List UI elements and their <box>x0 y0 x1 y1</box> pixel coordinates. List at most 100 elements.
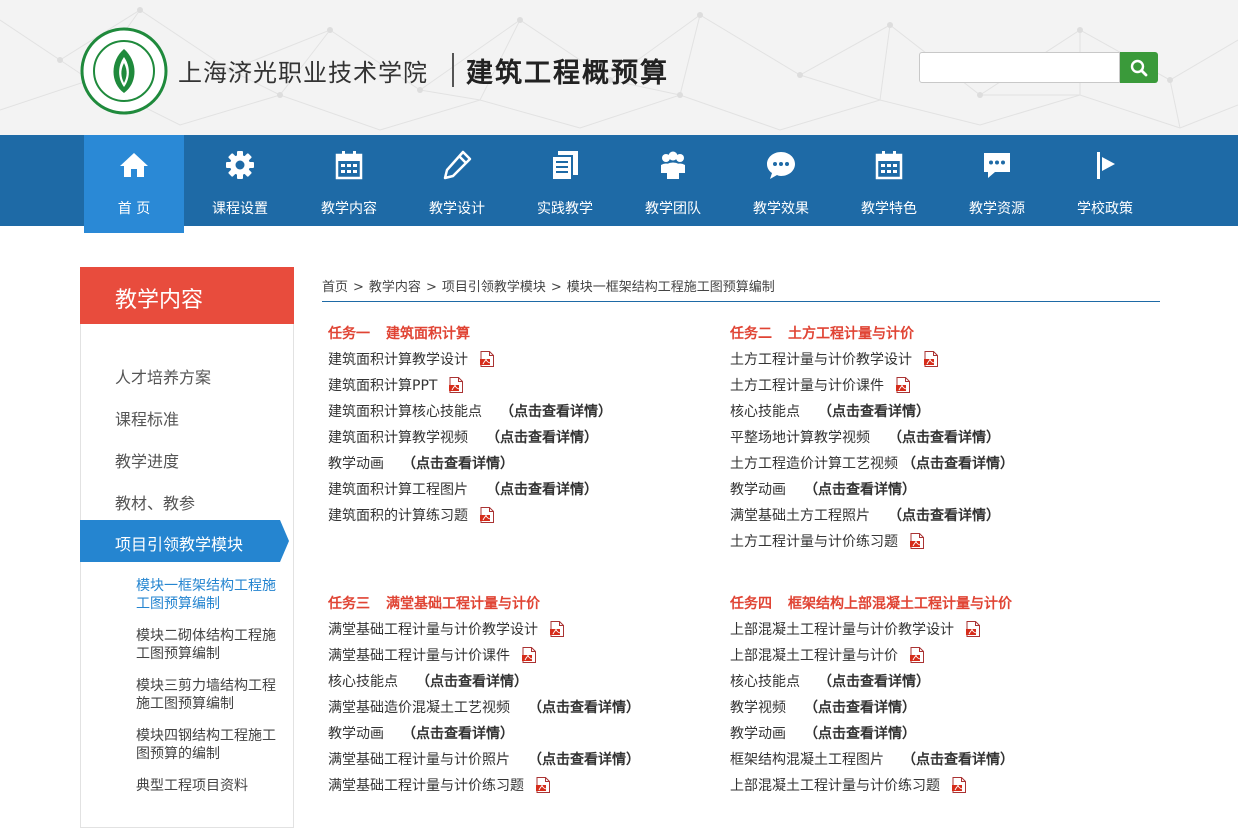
nav-teaching-features[interactable]: 教学特色 <box>839 135 939 226</box>
pdf-icon[interactable] <box>522 647 536 663</box>
pdf-icon[interactable] <box>924 351 938 367</box>
nav-home[interactable]: 首 页 <box>84 135 184 233</box>
pdf-icon[interactable] <box>449 377 464 393</box>
view-details-link[interactable]: （点击查看详情） <box>804 697 916 717</box>
pdf-icon[interactable] <box>480 351 494 367</box>
resource-link[interactable]: 核心技能点 （点击查看详情） <box>730 671 930 691</box>
flag-icon <box>1097 152 1115 179</box>
sidebar-item-talent-plan[interactable]: 人才培养方案 <box>115 364 211 388</box>
view-details-link[interactable]: （点击查看详情） <box>500 401 612 421</box>
title-divider <box>452 53 454 87</box>
resource-label: 土方工程计量与计价教学设计 <box>730 352 912 368</box>
search-button[interactable] <box>1120 52 1158 83</box>
resource-link[interactable]: 建筑面积的计算练习题 <box>328 505 494 525</box>
resource-link[interactable]: 框架结构混凝土工程图片 （点击查看详情） <box>730 749 1014 769</box>
view-details-link[interactable]: （点击查看详情） <box>902 749 1014 769</box>
resource-link[interactable]: 满堂基础土方工程照片 （点击查看详情） <box>730 505 1000 525</box>
view-details-link[interactable]: （点击查看详情） <box>804 723 916 743</box>
pdf-icon[interactable] <box>536 777 550 793</box>
sidebar-subitem-module-1[interactable]: 模块一框架结构工程施工图预算编制 <box>136 577 284 613</box>
resource-link[interactable]: 土方工程计量与计价课件 <box>730 375 910 395</box>
nav-teaching-resources[interactable]: 教学资源 <box>947 135 1047 226</box>
resource-link[interactable]: 建筑面积计算工程图片 （点击查看详情） <box>328 479 598 499</box>
resource-link[interactable]: 满堂基础工程计量与计价照片 （点击查看详情） <box>328 749 640 769</box>
resource-link[interactable]: 建筑面积计算PPT <box>328 375 464 395</box>
view-details-link[interactable]: （点击查看详情） <box>402 453 514 473</box>
breadcrumb-teaching-content[interactable]: 教学内容 <box>369 280 421 295</box>
sidebar-active-arrow <box>280 520 289 562</box>
breadcrumb-divider <box>322 301 1160 302</box>
view-details-link[interactable]: （点击查看详情） <box>486 479 598 499</box>
resource-label: 框架结构混凝土工程图片 <box>730 752 884 768</box>
pdf-icon[interactable] <box>550 621 564 637</box>
view-details-link[interactable]: （点击查看详情） <box>528 697 640 717</box>
view-details-link[interactable]: （点击查看详情） <box>902 453 1014 473</box>
search-input[interactable] <box>919 52 1120 83</box>
calendar-icon <box>875 151 903 180</box>
resource-link[interactable]: 教学动画 （点击查看详情） <box>328 723 514 743</box>
nav-course-settings[interactable]: 课程设置 <box>190 135 290 226</box>
view-details-link[interactable]: （点击查看详情） <box>804 479 916 499</box>
resource-link[interactable]: 建筑面积计算教学视频 （点击查看详情） <box>328 427 598 447</box>
view-details-link[interactable]: （点击查看详情） <box>402 723 514 743</box>
view-details-link[interactable]: （点击查看详情） <box>486 427 598 447</box>
breadcrumb-project-modules[interactable]: 项目引领教学模块 <box>442 280 546 295</box>
resource-link[interactable]: 上部混凝土工程计量与计价 <box>730 645 924 665</box>
school-name: 上海济光职业技术学院 <box>178 59 428 87</box>
sidebar-subitem-module-3[interactable]: 模块三剪力墙结构工程施工图预算编制 <box>136 677 284 713</box>
pdf-icon[interactable] <box>952 777 966 793</box>
resource-label: 建筑面积计算核心技能点 <box>328 404 482 420</box>
breadcrumb-home[interactable]: 首页 <box>322 280 348 295</box>
resource-link[interactable]: 核心技能点 （点击查看详情） <box>328 671 528 691</box>
resource-link[interactable]: 上部混凝土工程计量与计价练习题 <box>730 775 966 795</box>
task-number: 任务一 <box>328 326 370 342</box>
sidebar-item-teaching-progress[interactable]: 教学进度 <box>115 448 179 472</box>
pdf-icon[interactable] <box>896 377 910 393</box>
pdf-icon[interactable] <box>910 647 924 663</box>
nav-teaching-team[interactable]: 教学团队 <box>623 135 723 226</box>
resource-link[interactable]: 平整场地计算教学视频 （点击查看详情） <box>730 427 1000 447</box>
resource-link[interactable]: 土方工程计量与计价练习题 <box>730 531 924 551</box>
breadcrumb-current[interactable]: 模块一框架结构工程施工图预算编制 <box>567 280 775 295</box>
resource-link[interactable]: 教学动画 （点击查看详情） <box>730 723 916 743</box>
nav-teaching-effect[interactable]: 教学效果 <box>731 135 831 226</box>
resource-link[interactable]: 教学动画 （点击查看详情） <box>730 479 916 499</box>
sidebar-subitem-project-materials[interactable]: 典型工程项目资料 <box>136 777 284 795</box>
resource-link[interactable]: 教学动画 （点击查看详情） <box>328 453 514 473</box>
resource-link[interactable]: 核心技能点 （点击查看详情） <box>730 401 930 421</box>
view-details-link[interactable]: （点击查看详情） <box>416 671 528 691</box>
nav-practice-teaching[interactable]: 实践教学 <box>515 135 615 226</box>
resource-link[interactable]: 建筑面积计算核心技能点 （点击查看详情） <box>328 401 612 421</box>
resource-link[interactable]: 满堂基础造价混凝土工艺视频 （点击查看详情） <box>328 697 640 717</box>
search-icon <box>1130 59 1148 76</box>
home-icon <box>120 153 148 177</box>
school-logo[interactable] <box>80 27 168 115</box>
pdf-icon[interactable] <box>910 533 924 549</box>
sidebar-item-course-standard[interactable]: 课程标准 <box>115 406 179 430</box>
resource-link[interactable]: 建筑面积计算教学设计 <box>328 349 494 369</box>
resource-label: 教学动画 <box>730 726 786 742</box>
resource-link[interactable]: 满堂基础工程计量与计价课件 <box>328 645 536 665</box>
sidebar-item-textbooks[interactable]: 教材、教参 <box>115 490 195 514</box>
sidebar-subitem-module-4[interactable]: 模块四钢结构工程施工图预算的编制 <box>136 727 284 763</box>
nav-teaching-content[interactable]: 教学内容 <box>299 135 399 226</box>
view-details-link[interactable]: （点击查看详情） <box>818 671 930 691</box>
view-details-link[interactable]: （点击查看详情） <box>888 427 1000 447</box>
task-name: 满堂基础工程计量与计价 <box>386 596 540 612</box>
resource-label: 上部混凝土工程计量与计价练习题 <box>730 778 940 794</box>
resource-link[interactable]: 上部混凝土工程计量与计价教学设计 <box>730 619 980 639</box>
view-details-link[interactable]: （点击查看详情） <box>888 505 1000 525</box>
resource-link[interactable]: 土方工程造价计算工艺视频 （点击查看详情） <box>730 453 1014 473</box>
pdf-icon[interactable] <box>966 621 980 637</box>
nav-school-policy[interactable]: 学校政策 <box>1055 135 1155 226</box>
nav-teaching-design[interactable]: 教学设计 <box>407 135 507 226</box>
resource-link[interactable]: 满堂基础工程计量与计价教学设计 <box>328 619 564 639</box>
sidebar-item-project-modules[interactable]: 项目引领教学模块 <box>80 520 280 562</box>
resource-link[interactable]: 满堂基础工程计量与计价练习题 <box>328 775 550 795</box>
view-details-link[interactable]: （点击查看详情） <box>818 401 930 421</box>
sidebar-subitem-module-2[interactable]: 模块二砌体结构工程施工图预算编制 <box>136 627 284 663</box>
resource-link[interactable]: 土方工程计量与计价教学设计 <box>730 349 938 369</box>
resource-link[interactable]: 教学视频 （点击查看详情） <box>730 697 916 717</box>
view-details-link[interactable]: （点击查看详情） <box>528 749 640 769</box>
pdf-icon[interactable] <box>480 507 494 523</box>
